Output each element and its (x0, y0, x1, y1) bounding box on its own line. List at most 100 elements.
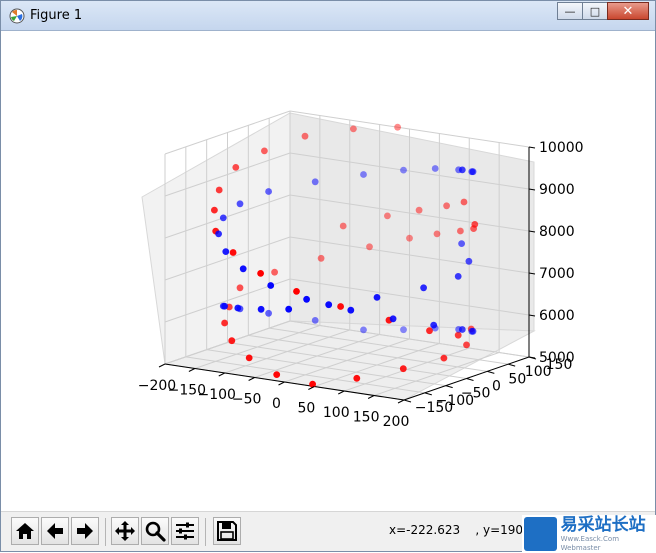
scatter-point (463, 341, 470, 349)
y-tick-label: −50 (461, 386, 491, 402)
scatter-point (353, 374, 361, 382)
scatter-point (215, 186, 223, 194)
scatter-point (458, 240, 465, 248)
scatter-point (389, 315, 397, 323)
x-tick-mark (248, 377, 255, 381)
scatter-point (271, 268, 278, 276)
y-tick-mark (403, 399, 412, 403)
scatter-point (360, 171, 367, 178)
scatter-point (415, 206, 423, 214)
scatter-point (433, 230, 441, 238)
scatter-point (257, 305, 265, 313)
z-tick-mark (528, 356, 536, 359)
scatter-point (366, 243, 373, 251)
scatter-point (455, 166, 462, 174)
subplots-config-icon (176, 522, 194, 540)
y-tick-label: 50 (508, 371, 526, 387)
forward-button[interactable] (71, 517, 99, 545)
scatter-point (350, 125, 357, 133)
scatter-point (443, 202, 450, 210)
scatter-point (303, 295, 310, 303)
scatter-point (347, 306, 355, 314)
y-tick-label: 0 (492, 379, 501, 395)
home-icon (16, 523, 34, 539)
toolbar-separator (205, 518, 206, 546)
scatter-point (454, 273, 462, 280)
scatter-point (222, 248, 230, 256)
save-icon (217, 521, 237, 541)
scatter-point (460, 198, 468, 206)
scatter-point (468, 168, 476, 176)
z-tick-label: 5000 (539, 350, 575, 366)
scatter-point (360, 326, 367, 334)
back-button[interactable] (41, 517, 69, 545)
scatter-point (400, 326, 407, 334)
scatter-point (325, 301, 333, 309)
minimize-button[interactable]: — (557, 2, 583, 20)
scatter-point (394, 123, 401, 131)
3d-scatter-plot[interactable]: −200−150−100−50 0 50 100 150 200 −150−100−50 0… (1, 31, 655, 511)
scatter-point (211, 206, 218, 214)
scatter-point (406, 234, 413, 242)
x-tick-mark (218, 372, 225, 377)
subplots-config-button[interactable] (171, 517, 199, 545)
z-tick-label: 7000 (539, 266, 575, 282)
close-button[interactable]: ✕ (607, 2, 649, 20)
maximize-button[interactable]: □ (582, 2, 608, 20)
watermark-subtitle: Www.Easck.Com Webmaster (560, 535, 620, 552)
y-tick-mark (445, 385, 453, 389)
scatter-point (431, 324, 439, 332)
x-tick-mark (367, 395, 375, 399)
pan-button[interactable] (111, 517, 139, 545)
scatter-point (311, 317, 319, 324)
scatter-point (339, 222, 347, 230)
scatter-point (221, 302, 229, 310)
x-tick-mark (278, 381, 285, 386)
z-tick-mark (528, 146, 536, 149)
figure-canvas[interactable]: −200 −150 −100 −50 0 50 100 150 200 −150 −100 −50 0… (1, 31, 655, 511)
back-arrow-icon (47, 523, 63, 539)
scatter-point (399, 365, 407, 373)
scatter-point (265, 188, 272, 195)
scatter-point (311, 178, 319, 186)
watermark-logo-icon (524, 517, 557, 551)
scatter-point (317, 254, 325, 262)
x-tick-label: 0 (272, 396, 281, 412)
pan-icon (115, 521, 135, 541)
x-tick-label: 100 (323, 405, 350, 421)
scatter-point (400, 166, 407, 174)
scatter-point (420, 284, 427, 292)
window-controls: — □ ✕ (557, 2, 649, 22)
y-tick-mark (424, 392, 432, 396)
watermark-title: 易采站长站 (560, 515, 646, 535)
scatter-point (257, 270, 264, 277)
scatter-point (465, 257, 473, 265)
scatter-point (440, 354, 448, 362)
scatter-point (309, 380, 316, 388)
x-tick-label: −100 (198, 387, 236, 403)
scatter-point (301, 132, 309, 140)
scatter-point (219, 214, 227, 222)
z-tick-label: 9000 (539, 182, 575, 198)
toolbar-separator (105, 518, 106, 546)
z-tick-label: 6000 (539, 308, 575, 324)
scatter-point (221, 319, 229, 327)
scatter-point (337, 303, 344, 310)
matplotlib-app-icon (9, 8, 25, 24)
scatter-point (236, 284, 244, 292)
scatter-point (245, 354, 253, 362)
zoom-button[interactable] (141, 517, 169, 545)
z-tick-label: 8000 (539, 224, 575, 240)
x-tick-mark (338, 390, 345, 395)
title-bar[interactable]: Figure 1 — □ ✕ (1, 1, 655, 31)
scatter-point (454, 331, 462, 339)
save-button[interactable] (213, 517, 241, 545)
x-tick-label: 50 (297, 401, 315, 417)
scatter-point (470, 225, 477, 233)
home-button[interactable] (11, 517, 39, 545)
x-tick-label: −50 (232, 392, 262, 408)
y-tick-mark (466, 378, 474, 381)
scatter-point (384, 212, 391, 220)
scatter-point (215, 230, 223, 238)
x-tick-mark (397, 399, 405, 404)
